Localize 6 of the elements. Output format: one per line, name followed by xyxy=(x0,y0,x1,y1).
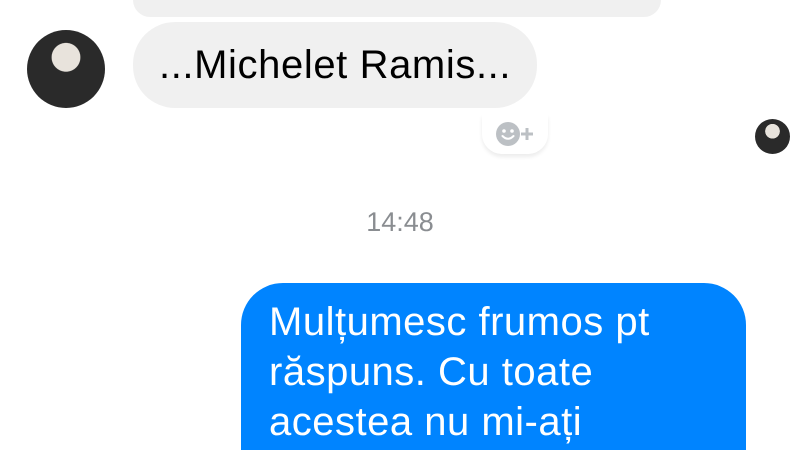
message-bubble: ...Michelet Ramis... xyxy=(133,22,538,108)
timestamp: 14:48 xyxy=(366,206,434,239)
message-bubble: Mulțumesc frumos pt răspuns. Cu toate acestea nu mi-ați xyxy=(241,283,746,450)
add-reaction-button[interactable] xyxy=(482,114,548,154)
seen-avatar xyxy=(755,119,790,154)
smiley-plus-icon xyxy=(495,121,535,147)
